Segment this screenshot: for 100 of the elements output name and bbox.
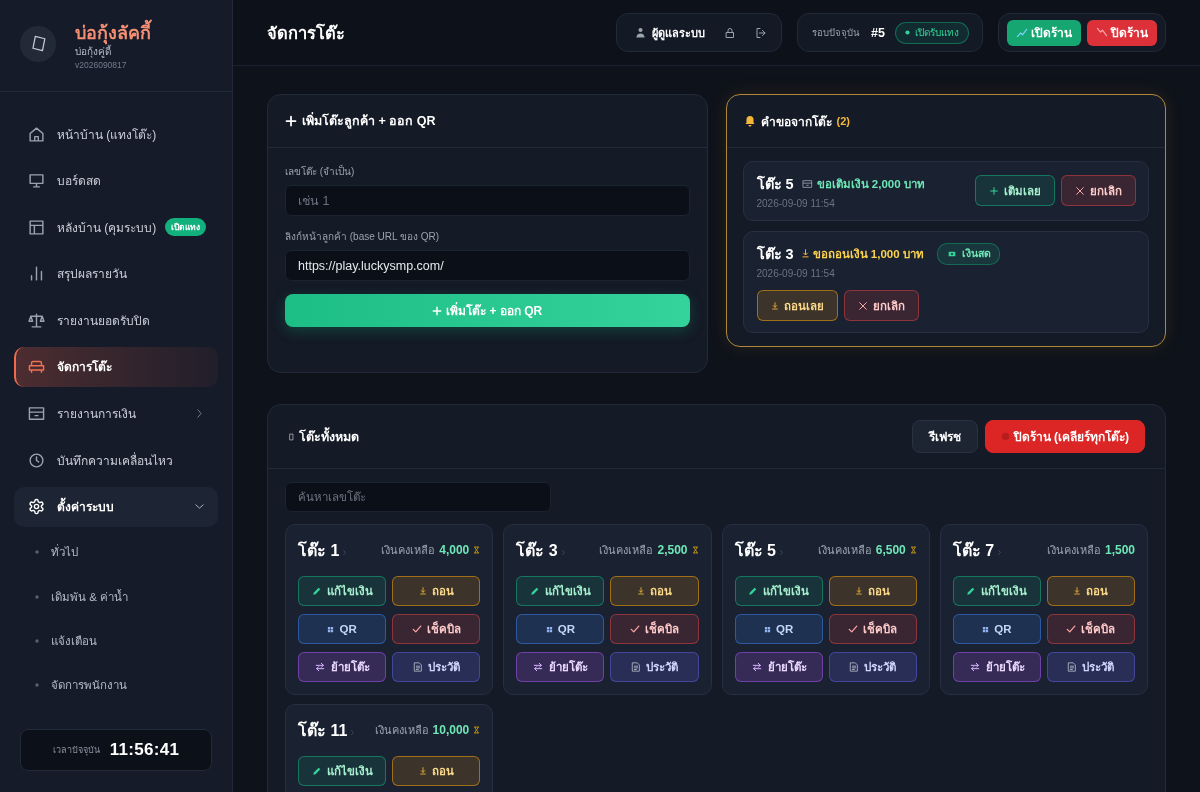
- withdraw-button[interactable]: ถอน: [610, 576, 699, 606]
- nav-item[interactable]: หลังบ้าน (คุมระบบ) เปิดแทง: [14, 207, 218, 248]
- document-icon: [849, 661, 860, 673]
- bell-icon: [743, 115, 756, 127]
- qr-button[interactable]: QR: [734, 614, 823, 644]
- move-table-button[interactable]: ย้ายโต๊ะ: [516, 652, 605, 682]
- move-table-button[interactable]: ย้ายโต๊ะ: [298, 652, 387, 682]
- history-button[interactable]: ประวัติ: [828, 652, 917, 682]
- bullet-icon: [35, 550, 39, 555]
- nav-item[interactable]: บันทึกความเคลื่อนไหว: [14, 440, 218, 481]
- edit-balance-button[interactable]: แก้ไขเงิน: [516, 576, 605, 606]
- history-button[interactable]: ประวัติ: [392, 652, 481, 682]
- table-name: โต๊ะ 1: [298, 540, 340, 561]
- withdraw-button[interactable]: ถอน: [828, 576, 917, 606]
- withdraw-button[interactable]: ถอน: [392, 576, 481, 606]
- request-table: โต๊ะ 3: [756, 242, 794, 265]
- balance-label: เงินคงเหลือ: [817, 543, 872, 558]
- status-label: เปิดรับแทง: [915, 26, 959, 40]
- move-table-button[interactable]: ย้ายโต๊ะ: [734, 652, 823, 682]
- withdraw-button[interactable]: ถอนเลย: [756, 290, 838, 321]
- brand-subtitle: บ่อกุ้งคู่ดี้: [75, 44, 111, 59]
- history-button[interactable]: ประวัติ: [1046, 652, 1135, 682]
- balance-amount: 1,500: [1104, 543, 1135, 557]
- checkout-button[interactable]: เช็คบิล: [392, 614, 481, 644]
- withdraw-button[interactable]: ถอน: [392, 756, 481, 786]
- arrow-down-icon: [770, 300, 779, 311]
- arrow-down-icon: [1073, 586, 1082, 596]
- chevron-right-icon: [197, 409, 202, 419]
- table-name: โต๊ะ 11: [298, 720, 348, 741]
- edit-balance-button[interactable]: แก้ไขเงิน: [734, 576, 823, 606]
- version-label: v2026090817: [75, 58, 128, 71]
- nav-item[interactable]: จัดการโต๊ะ: [14, 346, 218, 387]
- qr-button[interactable]: QR: [298, 614, 387, 644]
- plus-icon: [285, 115, 297, 127]
- qr-code-icon: [982, 625, 990, 633]
- edit-balance-button[interactable]: แก้ไขเงิน: [298, 756, 387, 786]
- qr-code-icon: [763, 625, 771, 633]
- nav-item[interactable]: สรุปผลรายวัน: [14, 253, 218, 294]
- move-table-button[interactable]: ย้ายโต๊ะ: [952, 652, 1041, 682]
- balance-label: เงินคงเหลือ: [599, 543, 654, 558]
- request-count: (2): [836, 115, 850, 127]
- square-logo-icon: [20, 25, 56, 62]
- layout-icon: [28, 218, 45, 236]
- field-label: ลิงก์หน้าลูกค้า (base URL ของ QR): [285, 230, 441, 245]
- nav-item[interactable]: บอร์ดสด: [14, 160, 218, 201]
- close-icon: [1075, 185, 1085, 196]
- history-button[interactable]: ประวัติ: [610, 652, 699, 682]
- nav-item[interactable]: ตั้งค่าระบบ: [14, 486, 218, 527]
- request-table: โต๊ะ 5: [756, 172, 794, 195]
- balance-label: เงินคงเหลือ: [381, 543, 436, 558]
- edit-balance-button[interactable]: แก้ไขเงิน: [952, 576, 1041, 606]
- text-input[interactable]: https://play.luckysmp.com/: [285, 250, 690, 281]
- document-icon: [412, 661, 423, 673]
- close-shop-button[interactable]: ปิดร้าน: [1087, 19, 1157, 46]
- nav-item[interactable]: รายงานยอดรับปิด: [14, 300, 218, 341]
- checkout-button[interactable]: เช็คบิล: [610, 614, 699, 644]
- check-icon: [848, 624, 859, 634]
- submenu-item[interactable]: จัดการพนักงาน: [14, 666, 218, 705]
- bar-chart-icon: [28, 265, 45, 283]
- logout-icon[interactable]: [755, 26, 768, 39]
- edit-balance-button[interactable]: แก้ไขเงิน: [298, 576, 387, 606]
- cancel-button[interactable]: ยกเลิก: [843, 290, 919, 321]
- checkout-button[interactable]: เช็คบิล: [828, 614, 917, 644]
- check-icon: [629, 624, 640, 634]
- text-input[interactable]: เช่น 1: [285, 185, 690, 216]
- swap-arrows-icon: [314, 662, 327, 672]
- qr-button[interactable]: QR: [952, 614, 1041, 644]
- nav-item[interactable]: รายงานการเงิน: [14, 393, 218, 434]
- rectangle-icon: [288, 430, 295, 443]
- plus-icon: [432, 305, 443, 316]
- clock-icon: [28, 451, 45, 469]
- withdraw-button[interactable]: ถอน: [1046, 576, 1135, 606]
- chart-up-icon: [1016, 27, 1028, 38]
- refresh-button[interactable]: รีเฟรช: [911, 420, 978, 453]
- qr-button[interactable]: QR: [516, 614, 605, 644]
- nav-item[interactable]: หน้าบ้าน (แทงโต๊ะ): [14, 114, 218, 154]
- checkout-button[interactable]: เช็คบิล: [1046, 614, 1135, 644]
- card-title: เพิ่มโต๊ะลูกค้า + ออก QR: [302, 111, 436, 131]
- pencil-icon: [748, 586, 759, 596]
- submenu-item[interactable]: ทั่วไป: [14, 533, 218, 572]
- close-shop-button[interactable]: ปิดร้าน (เคลียร์ทุกโต๊ะ): [984, 420, 1145, 453]
- sofa-icon: [28, 358, 45, 376]
- field-label: เลขโต๊ะ (จำเป็น): [285, 164, 356, 179]
- scale-icon: [28, 311, 45, 329]
- round-number: #5: [871, 25, 885, 40]
- cancel-button[interactable]: ยกเลิก: [1061, 175, 1136, 206]
- page-title: จัดการโต๊ะ: [267, 22, 345, 44]
- submenu-item[interactable]: แจ้งเตือน: [14, 621, 218, 660]
- request-text: ขอเติมเงิน 2,000 บาท: [816, 176, 925, 192]
- submenu-item[interactable]: เดิมพัน & ค่าน้ำ: [14, 577, 218, 616]
- search-field[interactable]: ค้นหาเลขโต๊ะ: [285, 482, 551, 512]
- request-time: 2026-09-09 11:54: [756, 268, 836, 279]
- table-name: โต๊ะ 5: [734, 540, 776, 561]
- lock-icon[interactable]: [724, 26, 737, 39]
- status-badge: เปิดแทง: [165, 218, 207, 237]
- clock-label: เวลาปัจจุบัน: [52, 744, 100, 757]
- request-text: ขอถอนเงิน 1,000 บาท: [812, 246, 924, 262]
- pencil-icon: [966, 586, 977, 596]
- top-up-button[interactable]: เติมเลย: [975, 175, 1055, 206]
- round-label: รอบปัจจุบัน: [812, 26, 860, 40]
